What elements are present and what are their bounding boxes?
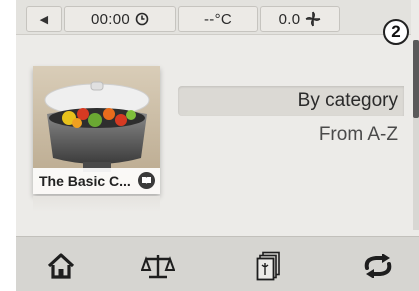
recipes-button[interactable] [252, 251, 286, 281]
menu-item-label: By category [297, 90, 398, 111]
back-button[interactable]: ◀ [26, 6, 62, 32]
time-display[interactable]: 00:00 [64, 6, 176, 32]
temperature-value: --°C [203, 10, 233, 28]
reverse-icon [364, 254, 392, 278]
step-badge: 2 [383, 19, 409, 45]
clock-icon [135, 12, 149, 26]
device-screen: ◀ 00:00 --°C 0.0 2 The Basic C... By cat… [16, 0, 419, 291]
bottom-bar [16, 236, 419, 291]
temperature-display[interactable]: --°C [178, 6, 258, 32]
card-reflection [33, 196, 160, 212]
menu-item-by-category[interactable]: By category [178, 86, 404, 116]
scrollbar[interactable] [413, 40, 419, 230]
speed-display[interactable]: 0.0 [260, 6, 340, 32]
scale-icon [141, 255, 175, 279]
scrollbar-thumb[interactable] [413, 40, 419, 118]
home-icon [47, 253, 75, 279]
time-value: 00:00 [90, 10, 131, 28]
book-icon [138, 172, 155, 189]
status-bar: ◀ 00:00 --°C 0.0 [16, 0, 411, 35]
home-button[interactable] [44, 251, 78, 281]
triangle-left-icon: ◀ [39, 13, 49, 26]
recipe-title: The Basic C... [39, 173, 131, 189]
fan-icon [305, 11, 321, 27]
recipes-icon [256, 251, 280, 281]
menu-item-from-a-z[interactable]: From A-Z [178, 120, 404, 150]
speed-value: 0.0 [278, 10, 301, 28]
reverse-button[interactable] [361, 251, 395, 281]
menu-item-label: From A-Z [318, 124, 398, 145]
scale-button[interactable] [141, 251, 175, 281]
recipe-card[interactable]: The Basic C... [33, 66, 160, 194]
